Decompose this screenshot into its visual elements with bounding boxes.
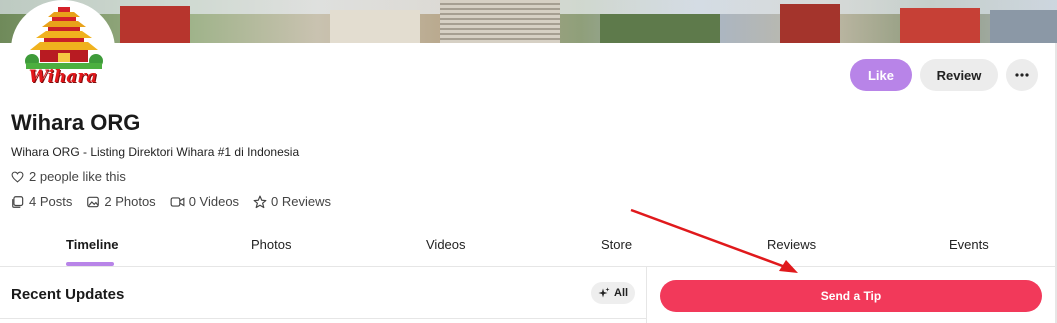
header-actions: Like Review — [850, 59, 1038, 91]
heart-icon — [11, 171, 24, 183]
tab-events[interactable]: Events — [949, 237, 989, 252]
star-icon — [253, 195, 267, 208]
pagoda-logo-icon — [25, 7, 103, 69]
photos-icon — [87, 196, 100, 207]
sparkle-icon — [598, 287, 610, 298]
stat-posts[interactable]: 4 Posts — [11, 194, 72, 209]
recent-updates-panel: Recent Updates All — [0, 267, 647, 323]
stat-reviews[interactable]: 0 Reviews — [253, 194, 331, 209]
panel-divider — [0, 318, 647, 319]
stat-posts-label: 4 Posts — [29, 194, 73, 209]
video-icon — [170, 196, 185, 207]
more-options-button[interactable] — [1006, 59, 1038, 91]
posts-icon — [12, 195, 24, 208]
ellipsis-icon — [1015, 73, 1029, 77]
stat-videos[interactable]: 0 Videos — [170, 194, 239, 209]
likes-count[interactable]: 2 people like this — [11, 169, 126, 184]
filter-all-button[interactable]: All — [591, 282, 636, 304]
page-subtitle: Wihara ORG - Listing Direktori Wihara #1… — [11, 145, 300, 159]
profile-tabs: Timeline Photos Videos Store Reviews Eve… — [0, 229, 1057, 267]
stats-row: 4 Posts 2 Photos 0 Videos 0 Reviews — [11, 194, 331, 209]
tab-photos[interactable]: Photos — [251, 237, 291, 252]
stat-reviews-label: 0 Reviews — [271, 194, 332, 209]
tab-store[interactable]: Store — [601, 237, 632, 252]
tab-videos[interactable]: Videos — [426, 237, 466, 252]
cover-photo — [0, 0, 1057, 43]
like-button[interactable]: Like — [850, 59, 912, 91]
page-title: Wihara ORG — [11, 110, 141, 135]
stat-photos[interactable]: 2 Photos — [86, 194, 156, 209]
send-tip-button[interactable]: Send a Tip — [660, 280, 1042, 312]
logo-text: Wihara — [28, 67, 98, 87]
tab-reviews[interactable]: Reviews — [767, 237, 816, 252]
stat-photos-label: 2 Photos — [104, 194, 156, 209]
review-button[interactable]: Review — [920, 59, 998, 91]
profile-avatar[interactable]: Wihara — [11, 0, 115, 98]
stat-videos-label: 0 Videos — [188, 194, 240, 209]
likes-text: 2 people like this — [29, 169, 126, 184]
recent-updates-title: Recent Updates — [11, 286, 125, 303]
tab-timeline[interactable]: Timeline — [66, 237, 119, 252]
filter-all-label: All — [614, 287, 629, 299]
